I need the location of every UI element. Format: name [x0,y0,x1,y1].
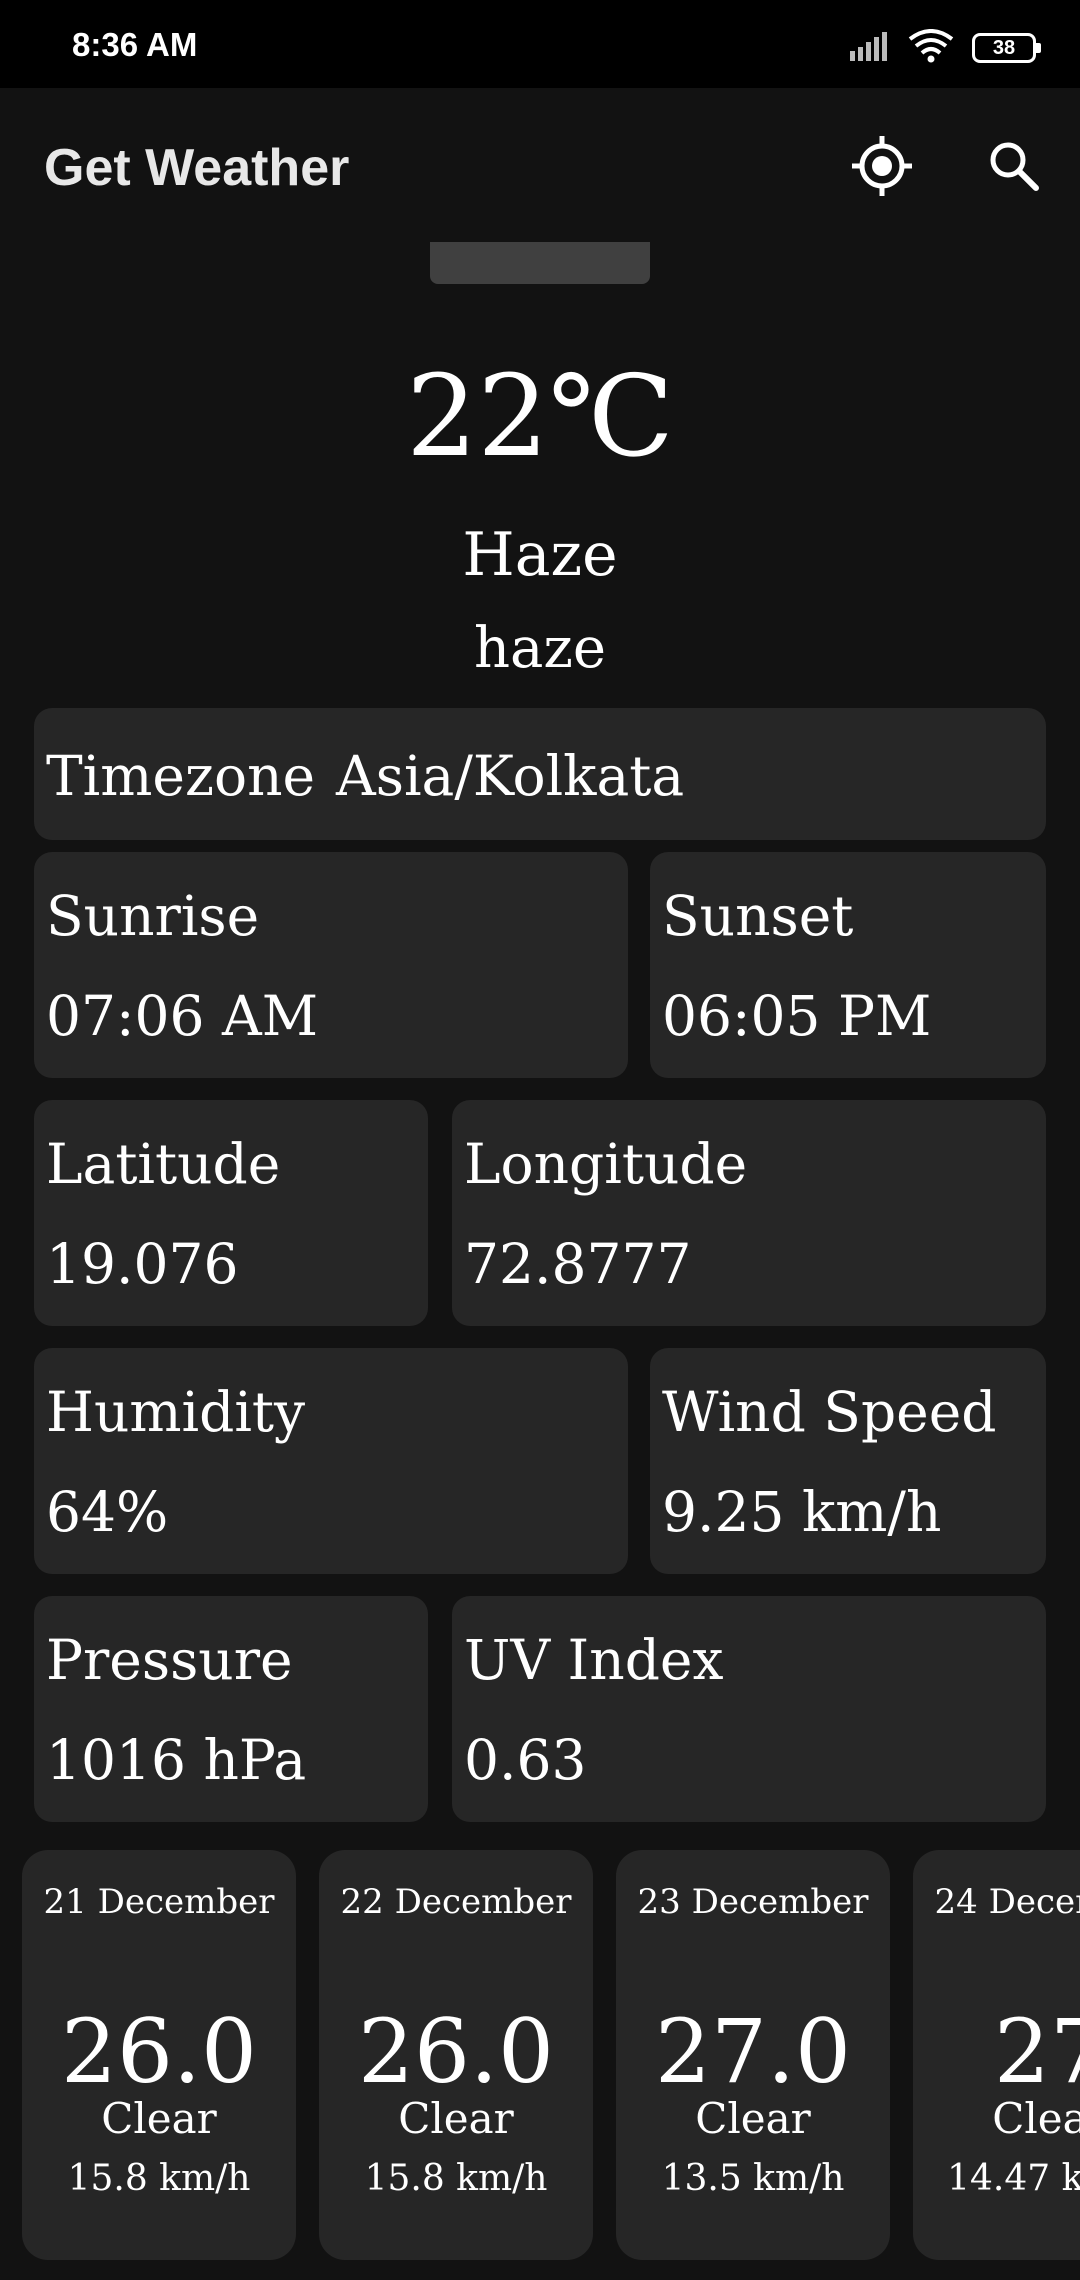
forecast-temp: 26.0 [61,2000,257,2103]
forecast-condition: Clear [398,2094,514,2143]
forecast-condition: Clear [992,2094,1080,2143]
pressure-card: Pressure 1016 hPa [34,1596,428,1822]
signal-icon [848,31,890,66]
humidity-card: Humidity 64% [34,1348,628,1574]
forecast-temp: 27 [994,2000,1080,2103]
status-time: 8:36 AM [72,26,198,63]
sunset-card: Sunset 06:05 PM [650,852,1046,1078]
app-title: Get Weather [44,139,350,197]
sunset-value: 06:05 PM [662,984,932,1048]
latitude-value: 19.076 [46,1232,239,1296]
forecast-wind: 15.8 km/h [67,2158,251,2199]
forecast-date: 22 December [340,1882,572,1922]
forecast-condition: Clear [695,2094,811,2143]
sunrise-value: 07:06 AM [46,984,319,1048]
timezone-label: Timezone [46,744,316,808]
humidity-label: Humidity [46,1380,306,1444]
wind-speed-label: Wind Speed [662,1380,997,1444]
latitude-card: Latitude 19.076 [34,1100,428,1326]
latitude-label: Latitude [46,1132,281,1196]
uv-index-value: 0.63 [464,1728,587,1792]
forecast-temp: 27.0 [655,2000,851,2103]
timezone-card: Timezone Asia/Kolkata [34,708,1046,840]
forecast-wind: 14.47 km/h [947,2158,1080,2199]
pressure-value: 1016 hPa [46,1728,307,1792]
forecast-date: 24 December [934,1882,1080,1922]
forecast-list[interactable]: 21 December 26.0 Clear 15.8 km/h 22 Dece… [0,1850,1080,2260]
longitude-label: Longitude [464,1132,748,1196]
wind-speed-value: 9.25 km/h [662,1480,942,1544]
current-description: haze [473,616,607,681]
forecast-card[interactable]: 23 December 27.0 Clear 13.5 km/h [616,1850,890,2260]
forecast-wind: 13.5 km/h [661,2158,845,2199]
my-location-icon [850,134,914,202]
forecast-date: 23 December [637,1882,869,1922]
wifi-icon [908,28,954,68]
forecast-date: 21 December [43,1882,275,1922]
forecast-card[interactable]: 24 December 27 Clear 14.47 km/h [913,1850,1080,2260]
pressure-label: Pressure [46,1628,293,1692]
sunrise-card: Sunrise 07:06 AM [34,852,628,1078]
forecast-temp: 26.0 [358,2000,554,2103]
my-location-button[interactable] [842,128,922,208]
current-temperature: 22℃ [406,352,674,482]
wind-speed-card: Wind Speed 9.25 km/h [650,1348,1046,1574]
status-bar: 8:36 AM 38 [0,0,1080,88]
forecast-card[interactable]: 21 December 26.0 Clear 15.8 km/h [22,1850,296,2260]
app-bar: Get Weather [0,88,1080,248]
battery-icon: 38 [972,33,1041,63]
uv-index-label: UV Index [464,1628,724,1692]
timezone-value: Asia/Kolkata [336,744,685,808]
search-icon [986,138,1042,198]
forecast-card[interactable]: 22 December 26.0 Clear 15.8 km/h [319,1850,593,2260]
uv-index-card: UV Index 0.63 [452,1596,1046,1822]
forecast-condition: Clear [101,2094,217,2143]
longitude-value: 72.8777 [464,1232,692,1296]
drag-handle[interactable] [430,242,650,284]
sunrise-label: Sunrise [46,884,260,948]
search-button[interactable] [974,128,1054,208]
forecast-wind: 15.8 km/h [364,2158,548,2199]
longitude-card: Longitude 72.8777 [452,1100,1046,1326]
current-condition: Haze [462,520,618,590]
sunset-label: Sunset [662,884,854,948]
status-icons: 38 [848,28,1041,68]
battery-level: 38 [992,36,1016,59]
humidity-value: 64% [46,1480,169,1544]
